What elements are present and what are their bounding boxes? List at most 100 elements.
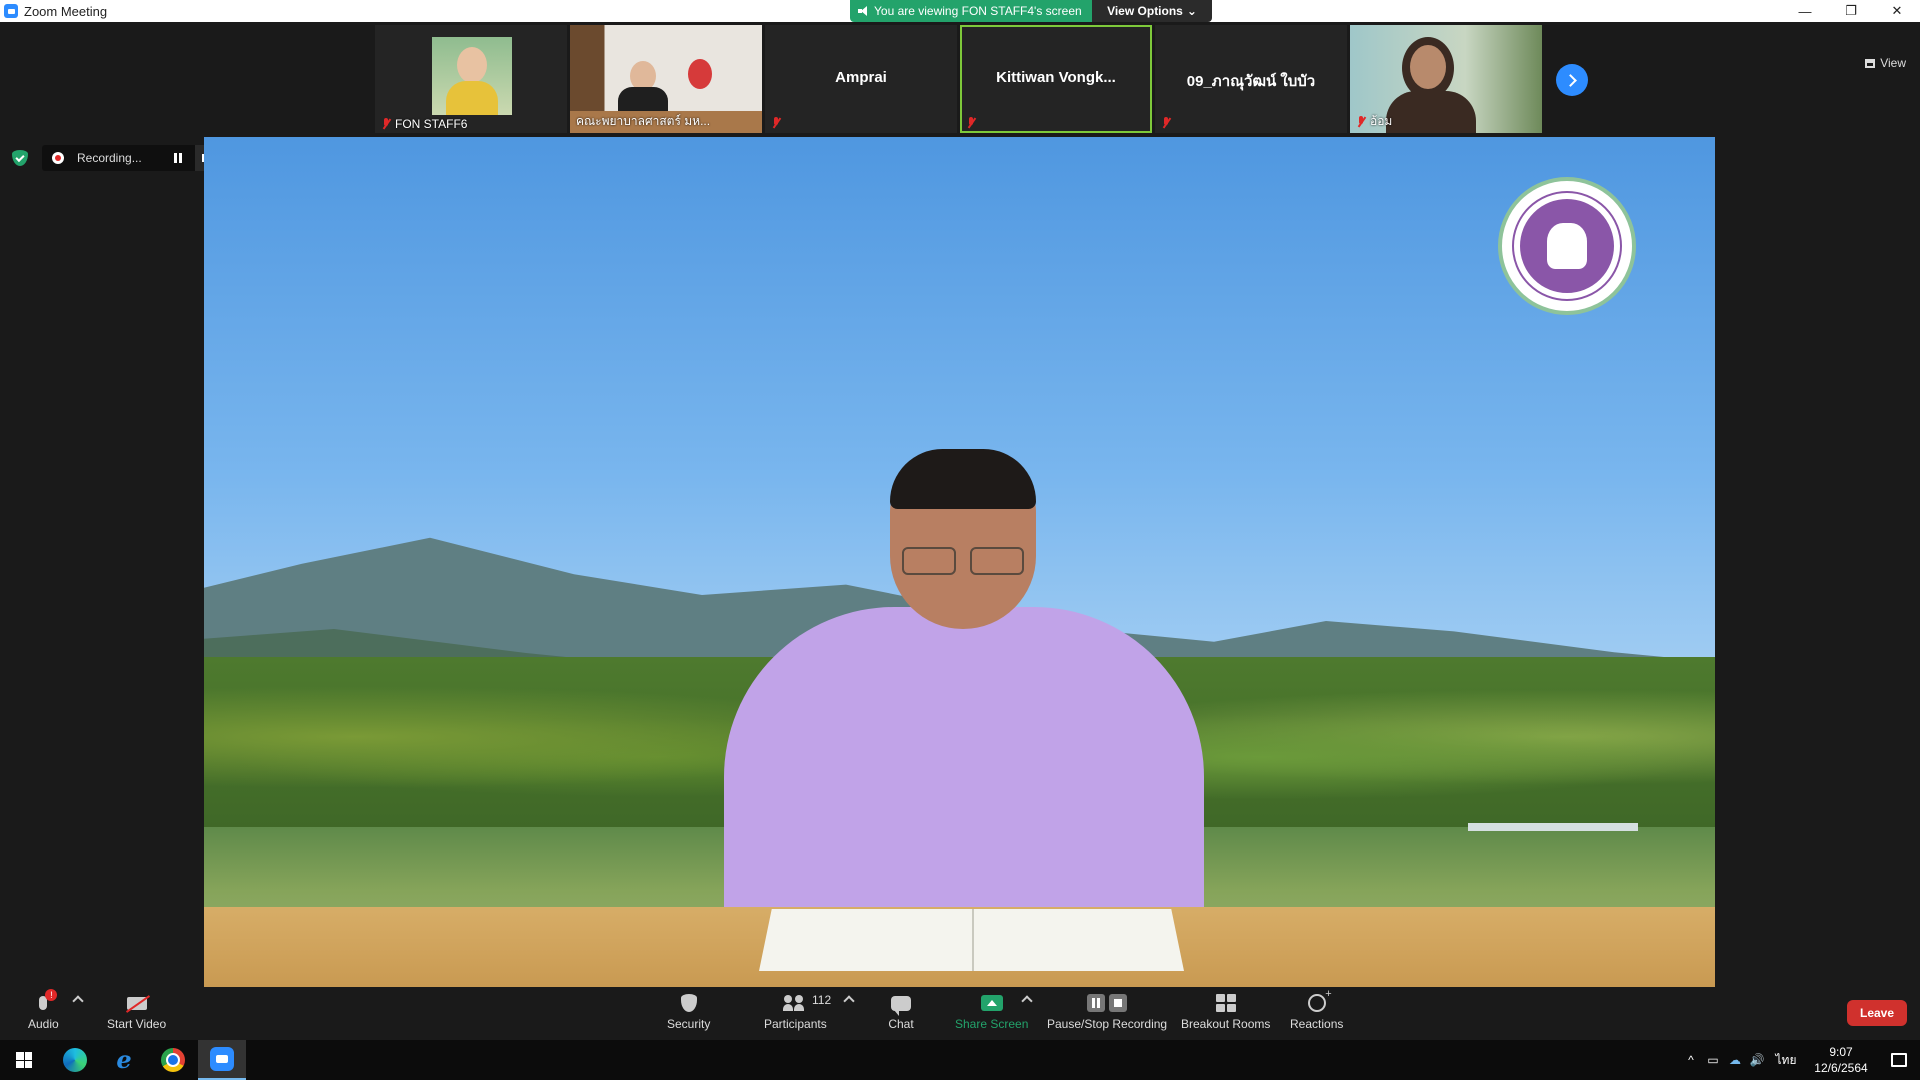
- mic-muted-icon: [381, 118, 391, 130]
- seal-emblem: [1512, 191, 1622, 301]
- background-bridge: [1468, 823, 1638, 831]
- cloud-sync-icon[interactable]: ☁: [1724, 1040, 1746, 1080]
- breakout-rooms-label: Breakout Rooms: [1181, 1017, 1271, 1031]
- reactions-button[interactable]: Reactions: [1290, 988, 1344, 1031]
- view-options-button[interactable]: View Options ⌄: [1092, 0, 1212, 22]
- chat-button[interactable]: Chat: [887, 991, 915, 1031]
- participant-tile[interactable]: 09_ภาณุวัฒน์ ใบบัว: [1155, 25, 1347, 133]
- speaker-icon: [858, 6, 868, 16]
- pause-recording-button[interactable]: [174, 153, 182, 163]
- recording-status: Recording...: [77, 151, 142, 165]
- meeting-toolbar: ! Audio Start Video Security Participant…: [0, 987, 1920, 1040]
- participants-icon: [783, 995, 807, 1011]
- zoom-icon: [210, 1047, 234, 1071]
- taskbar-chrome[interactable]: [149, 1040, 197, 1080]
- participants-count: 112: [812, 993, 832, 1007]
- participant-name: 09_ภาณุวัฒน์ ใบบัว: [1186, 73, 1316, 90]
- shared-screen-video: [204, 137, 1715, 987]
- window-controls: — ❐ ✕: [1782, 0, 1920, 22]
- participants-options-caret-icon[interactable]: [843, 995, 855, 1007]
- recording-indicator: Recording...: [42, 145, 217, 171]
- participant-video: [432, 37, 512, 115]
- view-options-label: View Options: [1107, 4, 1183, 18]
- participant-tile[interactable]: Amprai: [765, 25, 957, 133]
- taskbar-internet-explorer[interactable]: e: [100, 1040, 148, 1080]
- chevron-right-icon: [1564, 73, 1577, 87]
- start-button[interactable]: [0, 1040, 48, 1080]
- windows-logo-icon: [16, 1052, 32, 1068]
- audio-button[interactable]: ! Audio: [28, 989, 59, 1031]
- presenter-body: [724, 607, 1204, 927]
- participant-name: FON STAFF6: [381, 117, 467, 131]
- participant-tile[interactable]: อ้อม: [1350, 25, 1542, 133]
- encryption-shield-icon[interactable]: [12, 150, 28, 166]
- presenter-hair: [890, 449, 1036, 509]
- breakout-rooms-icon: [1215, 994, 1236, 1012]
- chat-label: Chat: [888, 1017, 914, 1031]
- share-screen-label: Share Screen: [955, 1017, 1029, 1031]
- participant-tile[interactable]: คณะพยาบาลศาสตร์ มห...: [570, 25, 762, 133]
- edge-icon: [63, 1048, 87, 1072]
- gallery-next-button[interactable]: [1556, 64, 1588, 96]
- leave-meeting-button[interactable]: Leave: [1847, 1000, 1907, 1026]
- view-button[interactable]: View: [1865, 56, 1906, 70]
- taskbar-clock[interactable]: 9:07 12/6/2564: [1804, 1044, 1878, 1076]
- breakout-rooms-button[interactable]: Breakout Rooms: [1181, 991, 1270, 1031]
- input-language[interactable]: ไทย: [1768, 1040, 1804, 1080]
- chevron-down-icon: ⌄: [1186, 4, 1197, 18]
- view-grid-icon: [1865, 58, 1876, 68]
- participant-name: คณะพยาบาลศาสตร์ มห...: [576, 114, 711, 128]
- security-label: Security: [667, 1017, 711, 1031]
- audio-options-caret-icon[interactable]: [72, 995, 84, 1007]
- viewing-message: You are viewing FON STAFF4's screen: [850, 0, 1092, 22]
- university-seal-logo: [1498, 177, 1636, 315]
- share-screen-icon: [980, 995, 1003, 1011]
- presenter-glasses: [902, 547, 1024, 575]
- participant-tile-active-speaker[interactable]: Kittiwan Vongk...: [960, 25, 1152, 133]
- zoom-app-icon: [4, 4, 18, 18]
- mic-muted-icon: [966, 117, 976, 129]
- close-button[interactable]: ✕: [1874, 0, 1920, 22]
- action-center-button[interactable]: [1878, 1040, 1920, 1080]
- participant-name: อ้อม: [1356, 112, 1392, 131]
- mic-muted-icon: [1356, 115, 1366, 128]
- minimize-button[interactable]: —: [1782, 0, 1828, 22]
- participant-name: Kittiwan Vongk...: [996, 69, 1116, 86]
- participant-name: Amprai: [835, 69, 887, 86]
- pause-stop-icon: [1087, 994, 1128, 1012]
- internet-explorer-icon: e: [116, 1045, 132, 1074]
- notification-icon: [1891, 1053, 1907, 1067]
- participants-label: Participants: [764, 1017, 827, 1031]
- security-shield-icon: [680, 994, 697, 1012]
- view-label: View: [1880, 56, 1906, 70]
- volume-icon[interactable]: 🔊: [1746, 1040, 1768, 1080]
- audio-alert-badge: !: [45, 989, 58, 1001]
- chat-bubble-icon: [891, 995, 911, 1016]
- clock-date: 12/6/2564: [1814, 1061, 1868, 1075]
- video-off-icon: [126, 996, 147, 1010]
- chrome-icon: [161, 1048, 185, 1072]
- taskbar-edge[interactable]: [51, 1040, 99, 1080]
- mic-muted-icon: [1161, 117, 1171, 129]
- participant-gallery: FON STAFF6 คณะพยาบาลศาสตร์ มห... Amprai …: [0, 22, 1920, 136]
- screen-share-banner: You are viewing FON STAFF4's screen View…: [850, 0, 1212, 22]
- open-book: [759, 909, 1184, 971]
- security-button[interactable]: Security: [667, 991, 710, 1031]
- pause-stop-recording-button[interactable]: Pause/Stop Recording: [1047, 991, 1167, 1031]
- restore-button[interactable]: ❐: [1828, 0, 1874, 22]
- viewing-text: You are viewing FON STAFF4's screen: [874, 4, 1082, 18]
- share-screen-button[interactable]: Share Screen: [955, 991, 1028, 1031]
- recording-dot-icon: [52, 152, 64, 164]
- network-icon[interactable]: ▭: [1702, 1040, 1724, 1080]
- reactions-smiley-icon: [1307, 988, 1332, 1012]
- window-title: Zoom Meeting: [24, 3, 108, 19]
- tray-expand-icon[interactable]: ^: [1680, 1040, 1702, 1080]
- taskbar-zoom[interactable]: [198, 1040, 246, 1080]
- reactions-label: Reactions: [1290, 1017, 1344, 1031]
- start-video-button[interactable]: Start Video: [107, 991, 166, 1031]
- audio-label: Audio: [28, 1017, 59, 1031]
- windows-taskbar: e ^ ▭ ☁ 🔊 ไทย 9:07 12/6/2564: [0, 1040, 1920, 1080]
- participant-tile[interactable]: FON STAFF6: [375, 25, 567, 133]
- pause-stop-recording-label: Pause/Stop Recording: [1047, 1017, 1168, 1031]
- mic-muted-icon: [771, 117, 781, 129]
